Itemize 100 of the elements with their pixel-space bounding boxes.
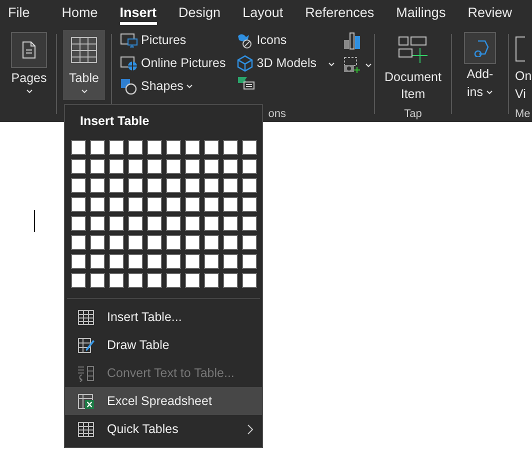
table-grid-cell[interactable]	[185, 254, 200, 269]
table-grid-cell[interactable]	[147, 140, 162, 155]
table-grid-cell[interactable]	[185, 159, 200, 174]
table-grid-cell[interactable]	[147, 235, 162, 250]
ribbon-button[interactable]: Pictures	[118, 30, 228, 50]
table-grid-cell[interactable]	[128, 216, 143, 231]
table-grid-cell[interactable]	[204, 216, 219, 231]
table-grid-cell[interactable]	[109, 140, 124, 155]
table-grid-cell[interactable]	[166, 216, 181, 231]
table-grid-cell[interactable]	[71, 216, 86, 231]
table-grid-cell[interactable]	[90, 273, 105, 288]
table-grid-cell[interactable]	[223, 159, 238, 174]
table-grid-cell[interactable]	[71, 273, 86, 288]
table-grid-cell[interactable]	[128, 159, 143, 174]
table-grid-cell[interactable]	[223, 273, 238, 288]
table-grid-cell[interactable]	[242, 140, 257, 155]
table-grid-cell[interactable]	[185, 140, 200, 155]
table-grid-cell[interactable]	[147, 197, 162, 212]
table-grid-cell[interactable]	[204, 159, 219, 174]
table-grid-cell[interactable]	[242, 197, 257, 212]
table-grid-cell[interactable]	[204, 273, 219, 288]
screenshot-icon[interactable]	[342, 56, 361, 74]
table-grid-cell[interactable]	[166, 159, 181, 174]
table-grid-cell[interactable]	[185, 235, 200, 250]
table-grid-cell[interactable]	[147, 273, 162, 288]
table-grid-cell[interactable]	[185, 216, 200, 231]
table-grid-cell[interactable]	[166, 235, 181, 250]
ribbon-button[interactable]: Online Pictures	[118, 53, 228, 73]
document-item-button[interactable]: Document Item	[381, 30, 445, 104]
table-grid-cell[interactable]	[147, 254, 162, 269]
table-grid-cell[interactable]	[242, 159, 257, 174]
table-grid-cell[interactable]	[128, 254, 143, 269]
table-grid-cell[interactable]	[71, 178, 86, 193]
menu-item[interactable]: Draw Table	[65, 331, 262, 359]
table-grid-cell[interactable]	[223, 235, 238, 250]
table-grid-cell[interactable]	[242, 216, 257, 231]
table-grid-cell[interactable]	[109, 254, 124, 269]
add-ins-button[interactable]: Add- ins	[458, 30, 502, 104]
table-grid-cell[interactable]	[242, 235, 257, 250]
table-grid-cell[interactable]	[128, 178, 143, 193]
table-button[interactable]: Table	[63, 30, 105, 100]
table-grid-cell[interactable]	[90, 254, 105, 269]
online-video-button[interactable]: On Vi	[515, 30, 532, 104]
menu-item[interactable]: Excel Spreadsheet	[65, 387, 262, 415]
table-grid-cell[interactable]	[90, 197, 105, 212]
table-grid-cell[interactable]	[109, 178, 124, 193]
ribbon-tab[interactable]: Design	[168, 0, 233, 26]
table-grid-cell[interactable]	[223, 178, 238, 193]
ribbon-tab[interactable]: References	[295, 0, 386, 26]
table-grid-cell[interactable]	[90, 235, 105, 250]
ribbon-button[interactable]: Icons	[234, 30, 337, 50]
table-grid-cell[interactable]	[223, 140, 238, 155]
table-grid-cell[interactable]	[109, 235, 124, 250]
table-grid-cell[interactable]	[166, 254, 181, 269]
table-grid-cell[interactable]	[71, 140, 86, 155]
table-grid-cell[interactable]	[147, 159, 162, 174]
table-grid-cell[interactable]	[109, 273, 124, 288]
ribbon-button[interactable]: Shapes	[118, 76, 228, 96]
table-grid-cell[interactable]	[204, 197, 219, 212]
table-grid-cell[interactable]	[242, 178, 257, 193]
ribbon-tab[interactable]: Home	[52, 0, 110, 26]
table-grid-cell[interactable]	[204, 235, 219, 250]
table-grid-cell[interactable]	[147, 178, 162, 193]
table-grid-cell[interactable]	[185, 178, 200, 193]
table-grid-cell[interactable]	[166, 178, 181, 193]
ribbon-tab[interactable]: Layout	[232, 0, 296, 26]
table-grid-cell[interactable]	[109, 159, 124, 174]
ribbon-button[interactable]: 3D Models	[234, 53, 337, 73]
pages-button[interactable]: Pages	[8, 30, 50, 104]
table-grid-cell[interactable]	[185, 197, 200, 212]
table-grid-cell[interactable]	[128, 273, 143, 288]
table-grid-cell[interactable]	[109, 216, 124, 231]
table-grid-cell[interactable]	[90, 159, 105, 174]
table-grid-cell[interactable]	[223, 197, 238, 212]
table-grid-cell[interactable]	[204, 178, 219, 193]
table-grid-cell[interactable]	[90, 216, 105, 231]
table-grid-cell[interactable]	[185, 273, 200, 288]
table-grid-cell[interactable]	[90, 140, 105, 155]
ribbon-tab[interactable]: File	[8, 0, 52, 26]
ribbon-tab[interactable]: Review	[458, 0, 524, 26]
table-grid-cell[interactable]	[204, 140, 219, 155]
table-grid-cell[interactable]	[166, 140, 181, 155]
table-grid-cell[interactable]	[223, 254, 238, 269]
table-grid-cell[interactable]	[147, 216, 162, 231]
table-grid-cell[interactable]	[204, 254, 219, 269]
table-grid-cell[interactable]	[242, 254, 257, 269]
table-grid-cell[interactable]	[71, 235, 86, 250]
chart-icon[interactable]	[342, 32, 361, 50]
table-grid-cell[interactable]	[71, 159, 86, 174]
table-grid-cell[interactable]	[109, 197, 124, 212]
table-grid-cell[interactable]	[166, 197, 181, 212]
table-grid-cell[interactable]	[223, 216, 238, 231]
table-grid-cell[interactable]	[128, 197, 143, 212]
table-grid-cell[interactable]	[128, 140, 143, 155]
table-grid-cell[interactable]	[242, 273, 257, 288]
menu-item[interactable]: Quick Tables	[65, 415, 262, 443]
table-grid-cell[interactable]	[71, 254, 86, 269]
ribbon-tab[interactable]: Mailings	[386, 0, 458, 26]
ribbon-tab[interactable]: Insert	[110, 0, 169, 26]
table-grid-cell[interactable]	[166, 273, 181, 288]
